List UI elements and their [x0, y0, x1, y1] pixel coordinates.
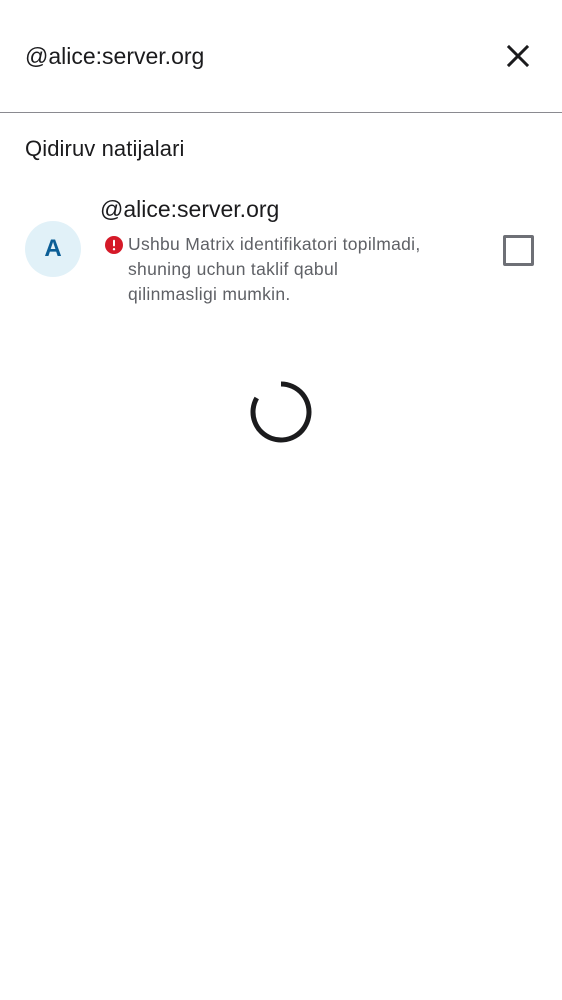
error-icon [105, 236, 123, 254]
result-error-message: Ushbu Matrix identifikatori topilmadi, s… [128, 234, 421, 304]
results-section-title: Qidiruv natijalari [25, 136, 185, 161]
result-row[interactable]: A @alice:server.org Ushbu Matrix identif… [0, 186, 562, 316]
clear-search-button[interactable] [496, 34, 540, 78]
avatar: A [25, 221, 81, 277]
close-icon [506, 44, 530, 68]
loading-spinner [250, 381, 312, 443]
result-user-id: @alice:server.org [100, 196, 280, 222]
search-input[interactable] [25, 38, 465, 74]
select-checkbox[interactable] [503, 235, 534, 266]
search-bar [0, 0, 562, 113]
